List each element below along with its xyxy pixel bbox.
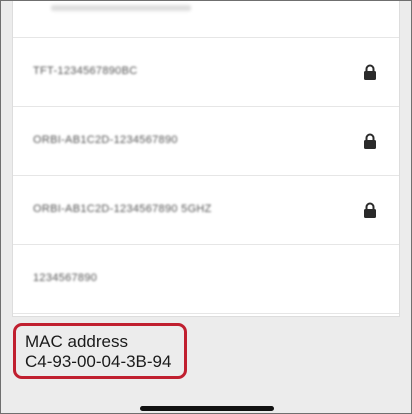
network-name: ORBI-AB1C2D-1234567890 5GHZ — [33, 203, 212, 215]
mac-address-label: MAC address — [25, 332, 128, 351]
network-name: 1234567890 — [33, 272, 98, 284]
lock-icon — [364, 202, 376, 218]
wifi-network-item[interactable]: ORBI-AB1C2D-1234567890 — [13, 107, 399, 176]
network-name: TFT-1234567890BC — [33, 65, 138, 77]
home-indicator[interactable] — [140, 406, 274, 411]
mac-address-callout: MAC address C4-93-00-04-3B-94 — [13, 323, 187, 379]
lock-icon — [364, 133, 376, 149]
mac-address-value: C4-93-00-04-3B-94 — [25, 352, 172, 371]
wifi-network-list: TFT-1234567890BC ORBI-AB1C2D-1234567890 … — [13, 1, 399, 316]
wifi-network-item[interactable]: 1234567890 — [13, 245, 399, 314]
lock-icon — [364, 64, 376, 80]
screen-frame: TFT-1234567890BC ORBI-AB1C2D-1234567890 … — [0, 0, 412, 414]
wifi-network-item[interactable]: TFT-1234567890BC — [13, 38, 399, 107]
network-name: ORBI-AB1C2D-1234567890 — [33, 134, 178, 146]
wifi-network-item[interactable]: ORBI-AB1C2D-1234567890 5GHZ — [13, 176, 399, 245]
list-item-partial[interactable] — [13, 1, 399, 38]
